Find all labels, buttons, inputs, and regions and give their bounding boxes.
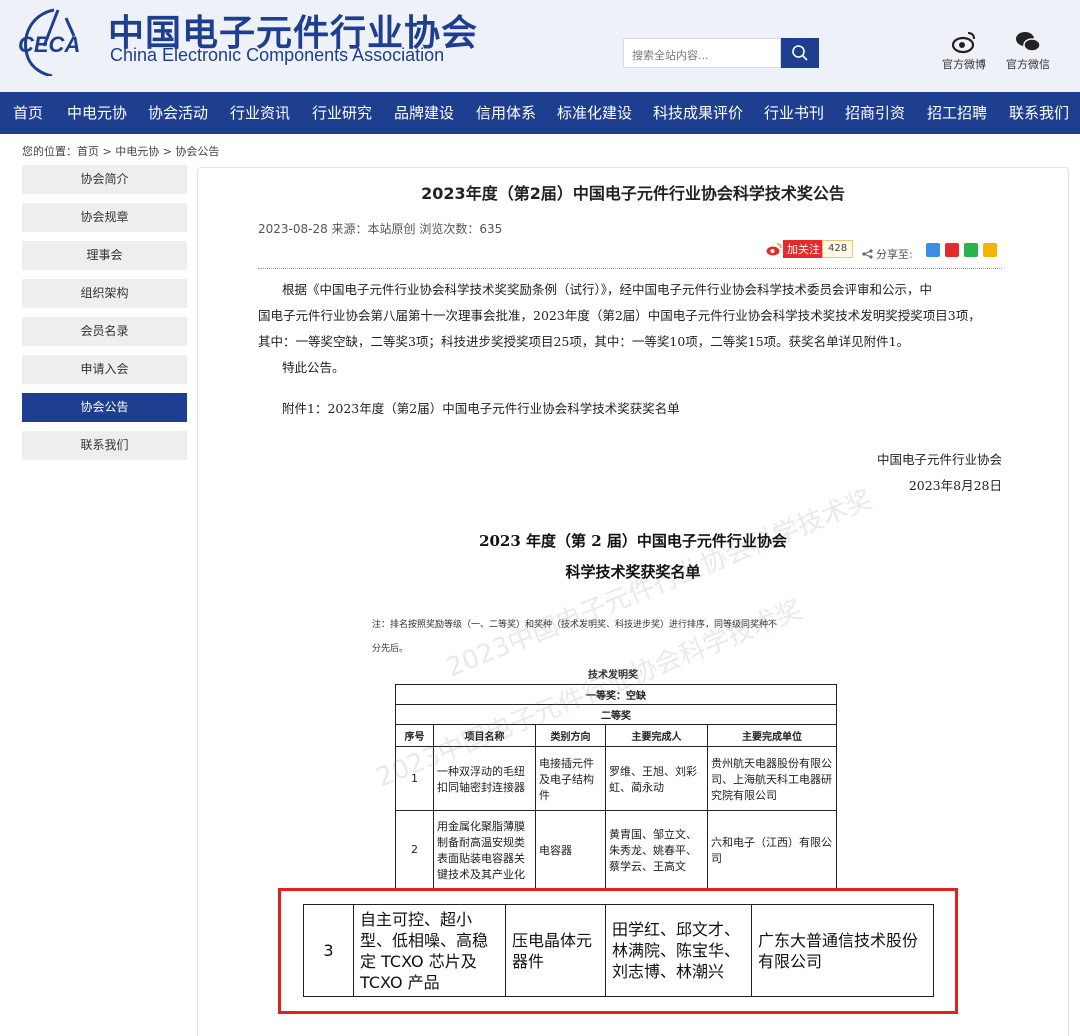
sidebar-item-members[interactable]: 会员名录	[22, 317, 187, 346]
nav-contact[interactable]: 联系我们	[1009, 92, 1069, 134]
article-divider	[258, 268, 1002, 269]
sidebar-item-announcements[interactable]: 协会公告	[22, 393, 187, 422]
weibo-icon	[951, 32, 975, 54]
nav-industry-research[interactable]: 行业研究	[312, 92, 372, 134]
sidebar-item-intro[interactable]: 协会简介	[22, 165, 187, 194]
nav-publications[interactable]: 行业书刊	[764, 92, 824, 134]
header-organization: 主要完成单位	[707, 724, 837, 747]
weibo-share-icon[interactable]	[945, 243, 959, 257]
nav-about-ceca[interactable]: 中电元协	[67, 92, 127, 134]
sidebar-item-join[interactable]: 申请入会	[22, 355, 187, 384]
main-nav: 首页 中电元协 协会活动 行业资讯 行业研究 品牌建设 信用体系 标准化建设 科…	[0, 92, 1080, 134]
highlight-frame	[278, 888, 958, 1014]
qq-share-icon[interactable]	[983, 243, 997, 257]
table-row: 2 用金属化聚脂薄膜制备耐高温安规类表面贴装电容器关键技术及其产业化 电容器 黄…	[395, 810, 837, 889]
row-project: 用金属化聚脂薄膜制备耐高温安规类表面贴装电容器关键技术及其产业化	[433, 810, 536, 889]
award-table: 一等奖：空缺 二等奖 序号 项目名称 类别方向 主要完成人 主要完成单位 1 一…	[395, 684, 837, 889]
row-organization: 六和电子（江西）有限公司	[707, 810, 837, 889]
sidebar-item-rules[interactable]: 协会规章	[22, 203, 187, 232]
nav-investment[interactable]: 招商引资	[845, 92, 905, 134]
qzone-share-icon[interactable]	[926, 243, 940, 257]
sidebar-item-structure[interactable]: 组织架构	[22, 279, 187, 308]
nav-recruitment[interactable]: 招工招聘	[927, 92, 987, 134]
header-persons: 主要完成人	[605, 724, 708, 747]
article-meta: 2023-08-28 来源：本站原创 浏览次数：635	[258, 222, 503, 236]
follow-button[interactable]: 加关注	[783, 240, 824, 258]
nav-home[interactable]: 首页	[13, 92, 43, 134]
nav-industry-news[interactable]: 行业资讯	[230, 92, 290, 134]
nav-credit[interactable]: 信用体系	[476, 92, 536, 134]
nav-brand[interactable]: 品牌建设	[394, 92, 454, 134]
ceca-logo-icon[interactable]: CECA	[14, 6, 98, 76]
attachment-link[interactable]: 附件1：2023年度（第2届）中国电子元件行业协会科学技术奖获奖名单	[282, 398, 680, 417]
row-persons: 黄胄国、邹立文、朱秀龙、姚春平、蔡学云、王高文	[605, 810, 708, 889]
svg-text:CECA: CECA	[18, 32, 80, 57]
nav-activities[interactable]: 协会活动	[148, 92, 208, 134]
signature-org: 中国电子元件行业协会	[876, 452, 1002, 467]
document-note-line-2: 分先后。	[372, 644, 409, 654]
row-index: 2	[395, 810, 434, 889]
share-label: 分享至:	[876, 248, 913, 261]
article-body-line-2: 国电子元件行业协会第八届第十一次理事会批准，2023年度（第2届）中国电子元件行…	[258, 308, 981, 323]
row-category: 电容器	[535, 810, 606, 889]
row-category: 电接插元件及电子结构件	[535, 746, 606, 811]
article-title: 2023年度（第2届）中国电子元件行业协会科学技术奖公告	[421, 184, 845, 203]
wechat-icon	[1016, 32, 1041, 52]
nav-standards[interactable]: 标准化建设	[557, 92, 632, 134]
sidebar-item-council[interactable]: 理事会	[22, 241, 187, 270]
site-header: CECA 中国电子元件行业协会 China Electronic Compone…	[0, 0, 1080, 92]
follow-count: 428	[822, 240, 854, 258]
wechat-label: 官方微信	[1006, 58, 1050, 71]
second-prize-row: 二等奖	[395, 704, 837, 725]
article-body-line-3: 其中：一等奖空缺，二等奖3项；科技进步奖授奖项目25项，其中：一等奖10项，二等…	[258, 334, 910, 349]
search-input[interactable]: 搜索全站内容...	[623, 38, 781, 68]
sidebar-item-contact[interactable]: 联系我们	[22, 431, 187, 460]
document-title-line-1: 2023 年度（第 2 届）中国电子元件行业协会	[479, 532, 787, 550]
weibo-label: 官方微博	[942, 58, 986, 71]
weibo-follow-icon[interactable]	[766, 242, 782, 256]
site-name-en[interactable]: China Electronic Components Association	[110, 45, 444, 66]
weibo-link[interactable]: 官方微博	[940, 30, 988, 72]
wechat-link[interactable]: 官方微信	[1004, 30, 1052, 72]
breadcrumb: 您的位置：首页 > 中电元协 > 协会公告	[22, 145, 220, 158]
row-persons: 罗维、王旭、刘彩虹、蔺永动	[605, 746, 708, 811]
share-icon	[862, 249, 873, 259]
wechat-share-icon[interactable]	[964, 243, 978, 257]
search-button[interactable]	[781, 38, 819, 68]
nav-tech-evaluation[interactable]: 科技成果评价	[653, 92, 743, 134]
row-organization: 贵州航天电器股份有限公司、上海航天科工电器研究院有限公司	[707, 746, 837, 811]
signature-date: 2023年8月28日	[908, 478, 1002, 493]
search-icon	[792, 45, 808, 61]
article-body-line-1: 根据《中国电子元件行业协会科学技术奖奖励条例（试行）》，经中国电子元件行业协会科…	[282, 282, 933, 297]
article-notice: 特此公告。	[282, 360, 345, 375]
